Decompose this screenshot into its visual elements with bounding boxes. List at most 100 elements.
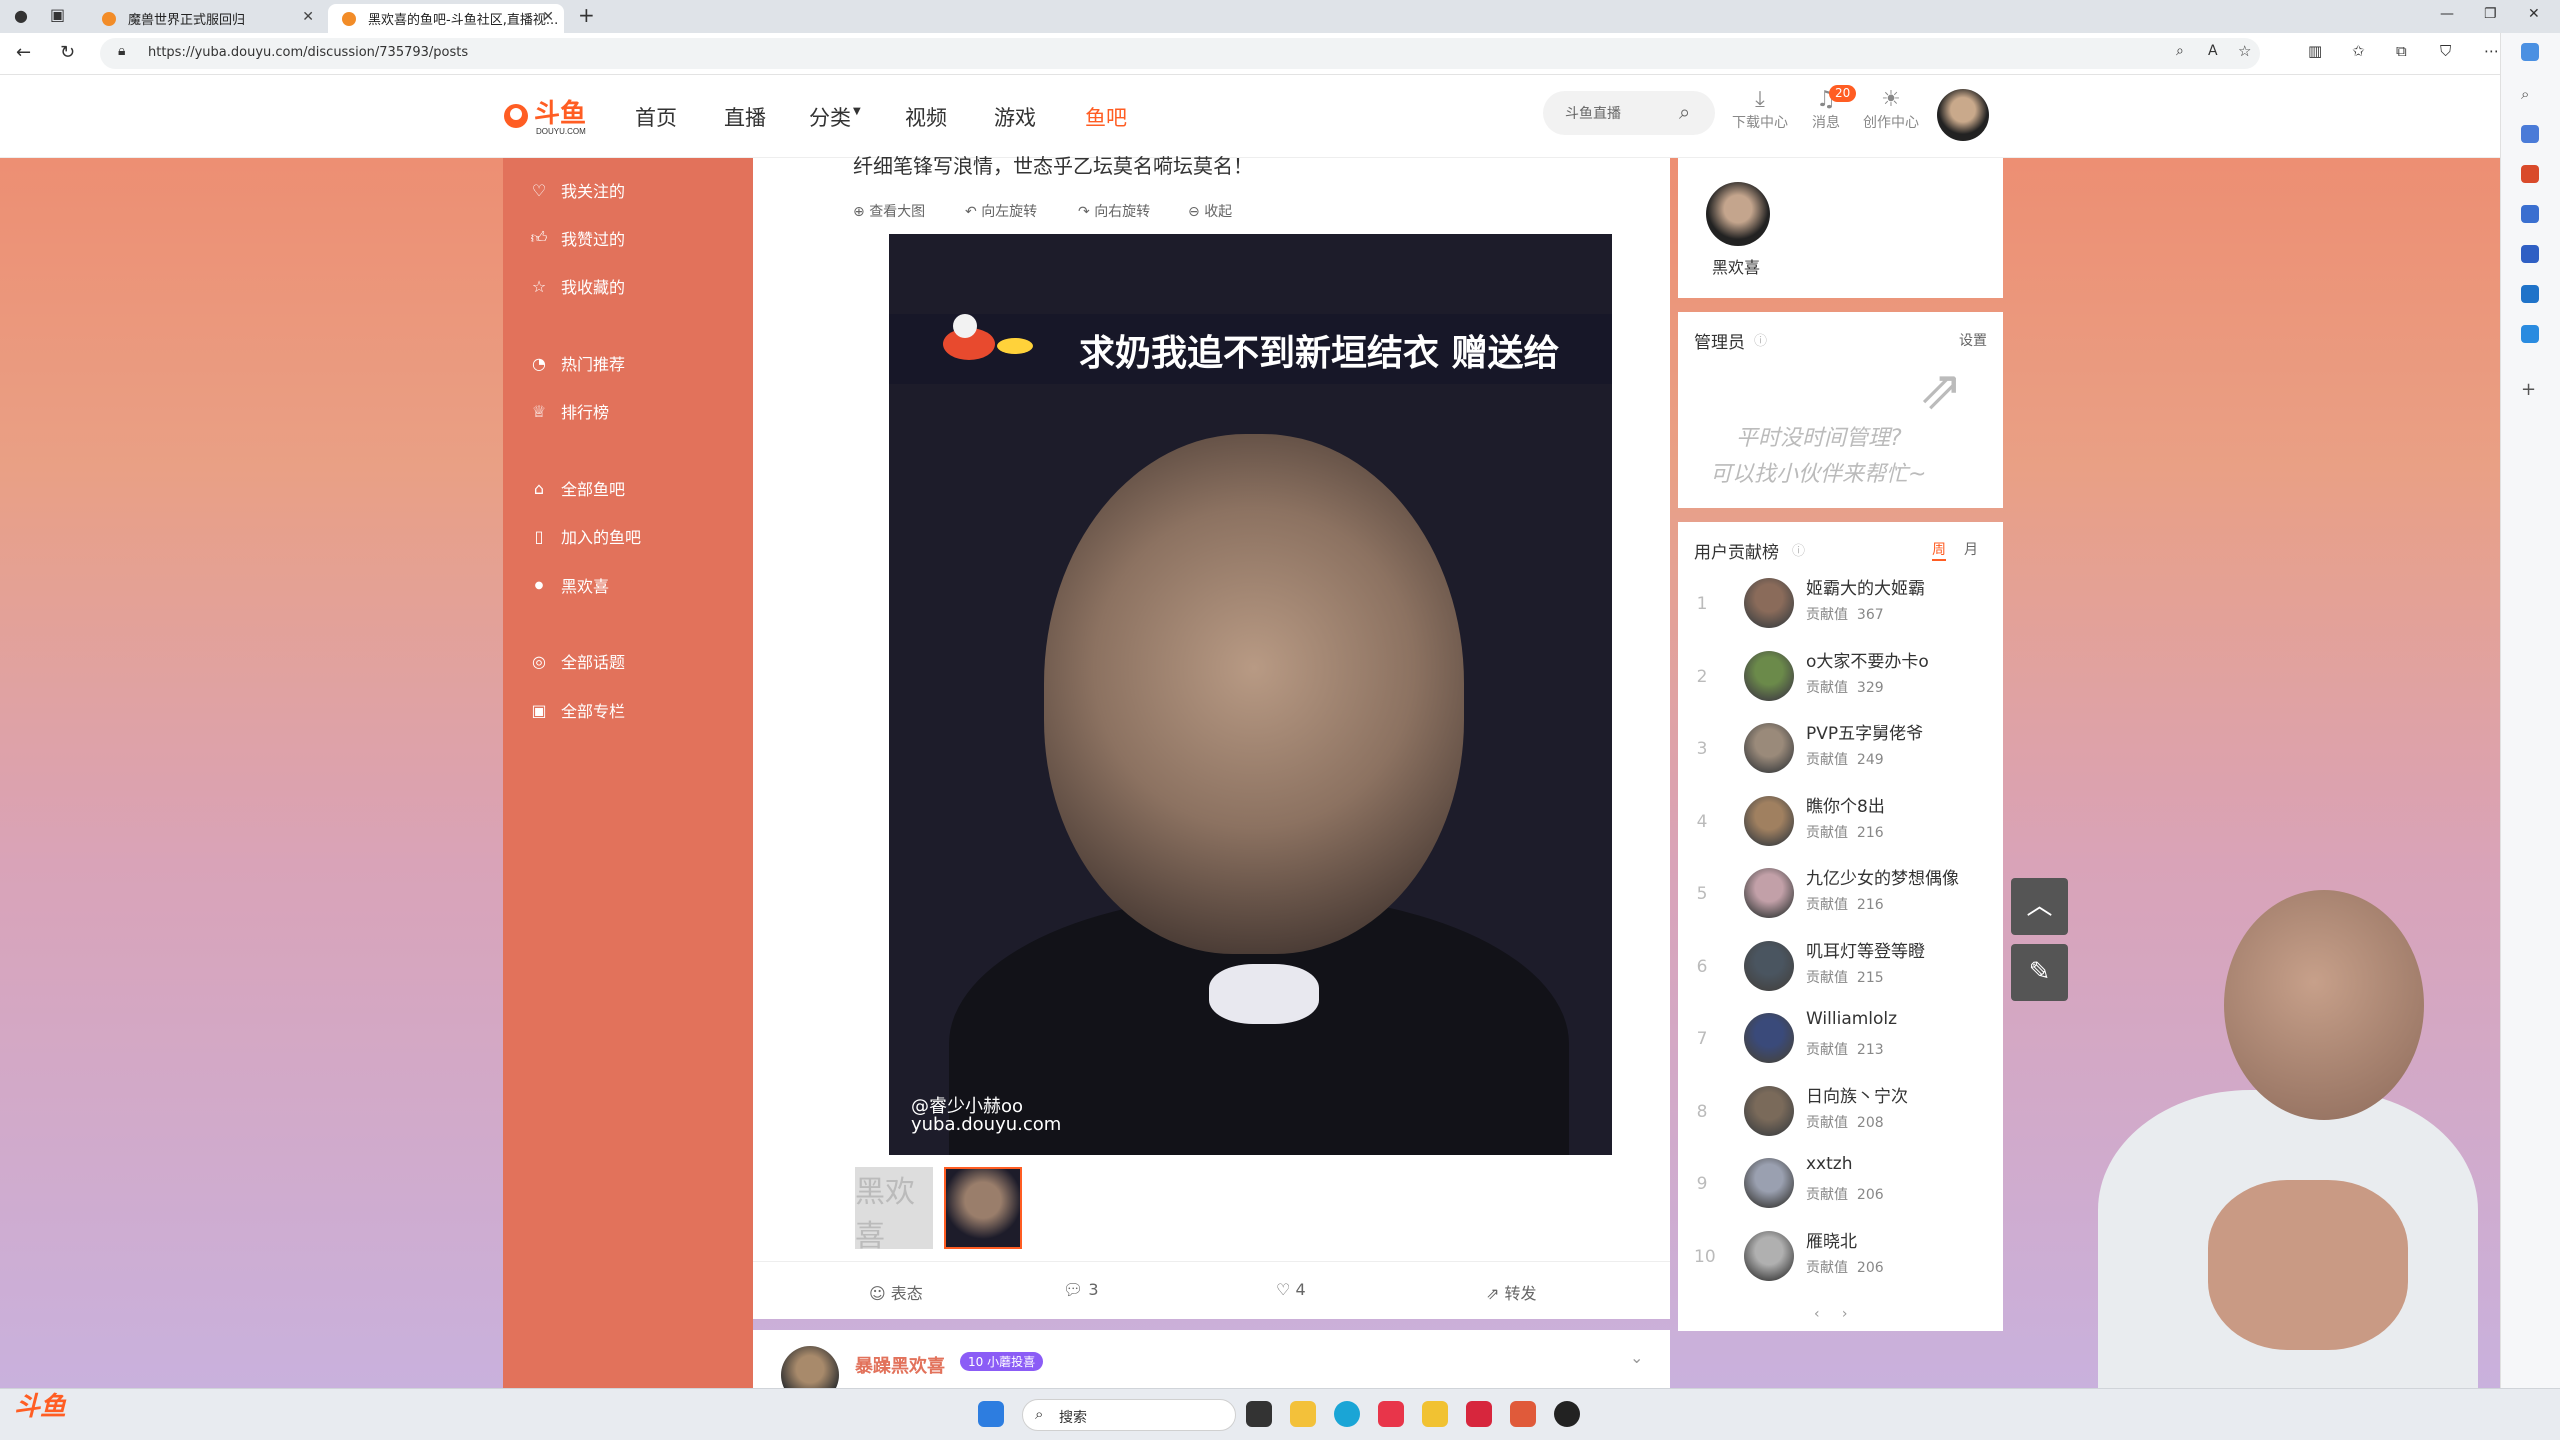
rank-item[interactable]: 9 xxtzh 贡献值 206 bbox=[1678, 1148, 2003, 1220]
douyu-logo[interactable]: 斗鱼 DOUYU.COM bbox=[502, 92, 600, 138]
office-icon[interactable] bbox=[2521, 245, 2539, 263]
back-icon[interactable]: ← bbox=[16, 42, 31, 63]
download-center[interactable]: ⤓ 下载中心 bbox=[1730, 88, 1790, 132]
rank-item[interactable]: 10 雁晓北 贡献值 206 bbox=[1678, 1221, 2003, 1293]
nav-video[interactable]: 视频 bbox=[905, 102, 947, 132]
rank-item[interactable]: 1 姬霸大的大姬霸 贡献值 367 bbox=[1678, 568, 2003, 640]
rank-username[interactable]: 九亿少女的梦想偶像 bbox=[1806, 864, 1959, 889]
rotate-right-button[interactable]: ↷ 向右旋转 bbox=[1078, 201, 1150, 221]
nav-ranking[interactable]: ♕ 排行榜 bbox=[529, 399, 609, 423]
nav-hot[interactable]: ◔ 热门推荐 bbox=[529, 351, 625, 375]
app-icon[interactable] bbox=[1378, 1401, 1404, 1427]
rank-username[interactable]: xxtzh bbox=[1806, 1154, 1852, 1174]
avatar[interactable] bbox=[781, 1346, 839, 1388]
admin-settings-link[interactable]: 设置 bbox=[1959, 330, 1987, 350]
rank-item[interactable]: 3 PVP五字舅佬爷 贡献值 249 bbox=[1678, 713, 2003, 785]
chevron-down-icon[interactable]: ⌄ bbox=[1630, 1348, 1643, 1367]
rank-username[interactable]: PVP五字舅佬爷 bbox=[1806, 719, 1923, 744]
minimize-icon[interactable]: — bbox=[2440, 6, 2454, 22]
taskbar-search[interactable]: ⌕ 搜索 bbox=[1022, 1399, 1236, 1431]
user-avatar[interactable] bbox=[1937, 89, 1989, 141]
collapse-button[interactable]: ⊖ 收起 bbox=[1188, 201, 1232, 221]
rank-username[interactable]: 雁晓北 bbox=[1806, 1227, 1857, 1252]
rank-username[interactable]: Williamlolz bbox=[1806, 1009, 1897, 1029]
comment-button[interactable]: 💬︎ 3 bbox=[1063, 1280, 1099, 1299]
nav-favorites[interactable]: ☆ 我收藏的 bbox=[529, 274, 625, 298]
nav-live[interactable]: 直播 bbox=[724, 102, 766, 132]
add-icon[interactable]: + bbox=[2521, 379, 2539, 400]
avatar[interactable] bbox=[1744, 1085, 1794, 1136]
star-icon[interactable]: ☆ bbox=[2238, 42, 2251, 60]
post-image[interactable]: 求奶我追不到新垣结衣 赠送给 @睿少小赫oo yuba.douyu.com bbox=[889, 234, 1612, 1155]
refresh-icon[interactable]: ↻ bbox=[60, 42, 75, 63]
rank-item[interactable]: 7 Williamlolz 贡献值 213 bbox=[1678, 1003, 2003, 1075]
avatar[interactable] bbox=[1744, 1013, 1794, 1063]
task-view-icon[interactable] bbox=[1246, 1401, 1272, 1427]
nav-liked[interactable]: 👍︎ 我赞过的 bbox=[529, 226, 625, 250]
close-icon[interactable]: ✕ bbox=[542, 9, 554, 25]
youdao-icon[interactable] bbox=[1466, 1401, 1492, 1427]
tab-month[interactable]: 月 bbox=[1964, 539, 1978, 559]
edge-icon[interactable] bbox=[1334, 1401, 1360, 1427]
tools-icon[interactable] bbox=[2521, 165, 2539, 183]
rank-item[interactable]: 4 瞧你个8出 贡献值 216 bbox=[1678, 786, 2003, 858]
read-aloud-icon[interactable]: A bbox=[2208, 43, 2218, 59]
zoom-icon[interactable]: ⌕ bbox=[2176, 43, 2184, 59]
tab-week[interactable]: 周 bbox=[1932, 539, 1946, 561]
avatar[interactable] bbox=[1744, 723, 1794, 773]
rank-item[interactable]: 8 日向族丶宁次 贡献值 208 bbox=[1678, 1076, 2003, 1148]
maximize-icon[interactable]: ❐ bbox=[2484, 6, 2497, 22]
rank-username[interactable]: 姬霸大的大姬霸 bbox=[1806, 574, 1925, 599]
react-button[interactable]: ☺ 表态 bbox=[869, 1280, 923, 1304]
rank-username[interactable]: 日向族丶宁次 bbox=[1806, 1082, 1908, 1107]
avatar[interactable] bbox=[1744, 795, 1794, 846]
avatar[interactable] bbox=[1744, 650, 1794, 701]
tab-yuba[interactable]: 黑欢喜的鱼吧-斗鱼社区,直播视... ✕ bbox=[328, 4, 564, 33]
tab-actions-icon[interactable]: ▣ bbox=[50, 5, 65, 24]
nav-game[interactable]: 游戏 bbox=[994, 102, 1036, 132]
prev-icon[interactable]: ‹ bbox=[1814, 1306, 1820, 1322]
avatar[interactable] bbox=[1744, 1158, 1794, 1208]
profile-icon[interactable]: ● bbox=[14, 6, 28, 25]
window-close-icon[interactable]: ✕ bbox=[2528, 6, 2540, 22]
thumbnail-2[interactable] bbox=[944, 1167, 1022, 1249]
folder-icon[interactable] bbox=[1290, 1401, 1316, 1427]
close-icon[interactable]: ✕ bbox=[302, 9, 314, 25]
nav-heihuanxi[interactable]: ● 黑欢喜 bbox=[529, 573, 609, 597]
help-icon[interactable]: ⓘ bbox=[1792, 540, 1805, 559]
nav-joined-yuba[interactable]: ▯ 加入的鱼吧 bbox=[529, 524, 641, 548]
like-button[interactable]: ♡ 4 bbox=[1276, 1280, 1306, 1299]
favorites-icon[interactable]: ✩ bbox=[2352, 42, 2365, 60]
next-icon[interactable]: › bbox=[1842, 1306, 1848, 1322]
avatar[interactable] bbox=[1744, 868, 1794, 918]
reply-username[interactable]: 暴躁黑欢喜 bbox=[855, 1352, 945, 1378]
split-screen-icon[interactable]: ▥ bbox=[2308, 42, 2322, 60]
nav-all-columns[interactable]: ▣ 全部专栏 bbox=[529, 698, 625, 722]
nav-home[interactable]: 首页 bbox=[635, 102, 677, 132]
rank-username[interactable]: o大家不要办卡o bbox=[1806, 647, 1929, 672]
app-icon[interactable] bbox=[1422, 1401, 1448, 1427]
shopping-icon[interactable] bbox=[2521, 125, 2539, 143]
host-avatar[interactable] bbox=[1706, 182, 1770, 246]
outlook-icon[interactable] bbox=[2521, 285, 2539, 303]
app-icon[interactable] bbox=[1510, 1401, 1536, 1427]
send-icon[interactable] bbox=[2521, 325, 2539, 343]
thumbnail-1[interactable]: 黑欢喜 bbox=[855, 1167, 933, 1249]
extensions-icon[interactable]: ⛉ bbox=[2440, 42, 2451, 60]
nav-category[interactable]: 分类 bbox=[809, 102, 851, 132]
rank-username[interactable]: 叽耳灯等登等瞪 bbox=[1806, 937, 1925, 962]
more-icon[interactable]: ⋯ bbox=[2484, 42, 2499, 60]
search-input[interactable]: 斗鱼直播 ⌕ bbox=[1543, 91, 1715, 135]
avatar[interactable] bbox=[1744, 578, 1794, 628]
host-name[interactable]: 黑欢喜 bbox=[1712, 254, 1760, 278]
copilot-icon[interactable] bbox=[2521, 43, 2539, 61]
creator-center[interactable]: ☀ 创作中心 bbox=[1861, 88, 1921, 132]
nav-all-yuba[interactable]: ⌂ 全部鱼吧 bbox=[529, 476, 625, 500]
nav-following[interactable]: ♡ 我关注的 bbox=[529, 178, 625, 202]
collections-icon[interactable]: ⧉ bbox=[2396, 42, 2407, 60]
new-tab-icon[interactable]: + bbox=[578, 3, 595, 27]
tab-wow[interactable]: 魔兽世界正式服回归 ✕ bbox=[88, 4, 324, 33]
windows-start-icon[interactable] bbox=[978, 1401, 1004, 1427]
share-button[interactable]: ⇗ 转发 bbox=[1486, 1280, 1537, 1304]
avatar[interactable] bbox=[1744, 940, 1794, 991]
